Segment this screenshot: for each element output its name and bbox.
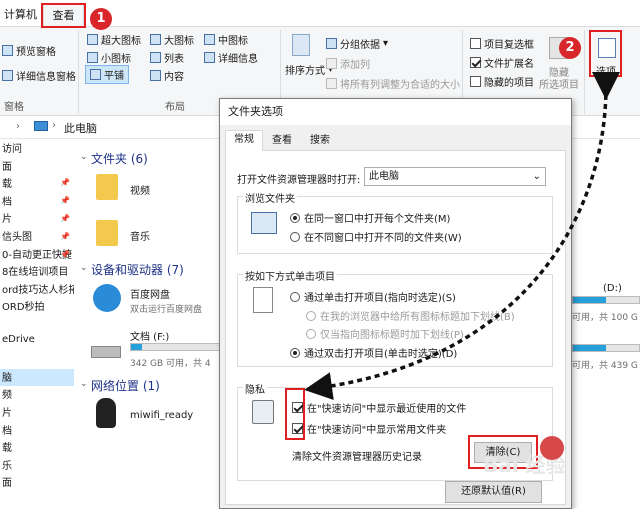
avatar bbox=[540, 436, 564, 460]
annotation-arrows bbox=[304, 71, 621, 400]
dotted-arrow bbox=[304, 71, 621, 400]
dialog-tab-general[interactable]: 常规 bbox=[225, 130, 263, 151]
